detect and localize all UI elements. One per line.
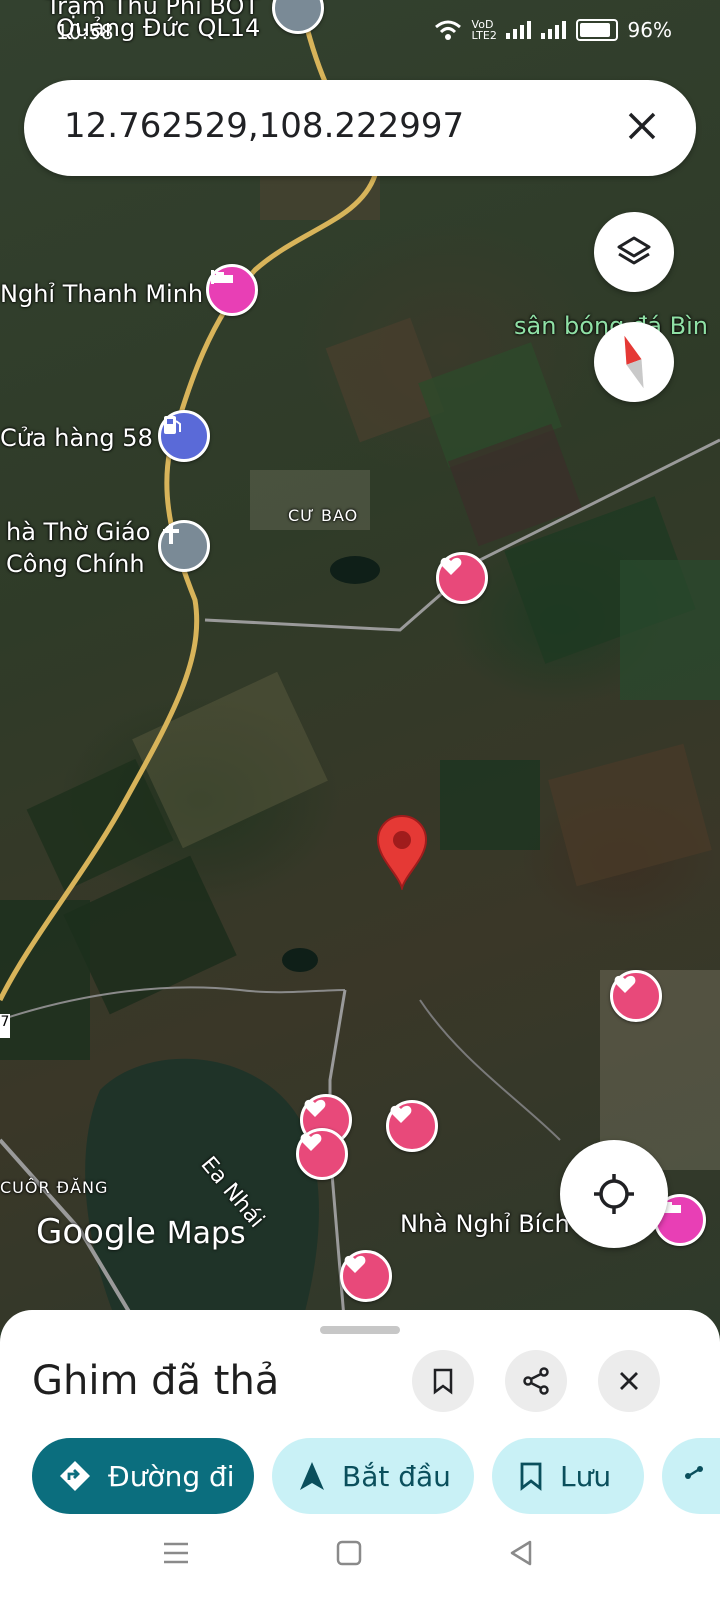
close-icon[interactable] xyxy=(622,106,662,146)
layers-icon xyxy=(617,236,651,265)
google-wordmark: Google xyxy=(36,1212,156,1252)
search-input[interactable]: 12.762529,108.222997 xyxy=(64,106,464,146)
share-icon xyxy=(523,1367,549,1395)
sheet-drag-handle[interactable] xyxy=(320,1326,400,1334)
heart-icon xyxy=(390,1105,412,1123)
save-place-button[interactable] xyxy=(412,1350,474,1412)
map-label-hotel-bich[interactable]: Nhà Nghỉ Bích xyxy=(400,1210,570,1238)
close-sheet-button[interactable] xyxy=(598,1350,660,1412)
compass-button[interactable] xyxy=(594,322,674,402)
navigation-arrow-icon xyxy=(300,1462,324,1490)
map-label-church-line1[interactable]: hà Thờ Giáo xyxy=(6,518,150,546)
share-icon xyxy=(685,1466,703,1479)
dropped-pin-marker[interactable] xyxy=(376,814,428,890)
back-icon[interactable] xyxy=(508,1540,534,1566)
church-pin[interactable] xyxy=(158,520,210,572)
system-navigation-bar xyxy=(0,1500,720,1612)
saved-place-pin[interactable] xyxy=(436,552,488,604)
network-type-label: VoD LTE2 xyxy=(471,18,497,42)
map-label-church-line2[interactable]: Công Chính xyxy=(6,550,145,578)
saved-place-pin[interactable] xyxy=(610,970,662,1022)
signal-icon xyxy=(505,21,531,39)
status-time: 10:58 xyxy=(56,20,114,44)
road-marker: 7 xyxy=(0,1014,10,1038)
compass-icon xyxy=(624,335,644,389)
bookmark-icon xyxy=(433,1368,453,1395)
heart-icon xyxy=(614,975,636,993)
heart-icon xyxy=(344,1255,366,1273)
map-label-commune: CUÔR ĐĂNG xyxy=(0,1178,109,1197)
saved-place-pin[interactable] xyxy=(386,1100,438,1152)
fuel-pump-icon xyxy=(164,416,181,434)
crosshair-icon xyxy=(594,1174,634,1214)
battery-percent: 96% xyxy=(627,18,672,42)
directions-label: Đường đi xyxy=(108,1459,235,1493)
maps-wordmark: Maps xyxy=(166,1216,246,1251)
hotel-pin-thanh-minh[interactable] xyxy=(206,264,258,316)
save-label: Lưu xyxy=(560,1459,612,1493)
heart-icon xyxy=(304,1099,326,1117)
share-button[interactable] xyxy=(505,1350,567,1412)
gas-station-pin[interactable] xyxy=(158,410,210,462)
directions-icon xyxy=(60,1461,90,1491)
close-icon xyxy=(620,1372,638,1390)
saved-place-pin[interactable] xyxy=(340,1250,392,1302)
status-bar: 10:58 VoD LTE2 96% xyxy=(0,0,720,60)
search-bar[interactable]: 12.762529,108.222997 xyxy=(24,80,696,176)
signal-icon-sim2 xyxy=(540,21,566,39)
cross-icon xyxy=(163,524,179,544)
bed-icon xyxy=(211,270,233,284)
start-label: Bắt đầu xyxy=(342,1459,451,1493)
status-icons: VoD LTE2 96% xyxy=(434,18,672,42)
google-maps-attribution: Google Maps xyxy=(36,1212,246,1252)
home-icon[interactable] xyxy=(336,1540,362,1566)
battery-icon xyxy=(575,19,618,41)
map-features xyxy=(0,0,720,1330)
layers-button[interactable] xyxy=(594,212,674,292)
place-title: Ghim đã thả xyxy=(32,1358,280,1404)
my-location-button[interactable] xyxy=(560,1140,668,1248)
map-label-store-58[interactable]: Cửa hàng 58 xyxy=(0,424,153,452)
map-label-hotel-thanh-minh[interactable]: Nghỉ Thanh Minh xyxy=(0,280,203,308)
menu-icon[interactable] xyxy=(162,1540,190,1566)
saved-place-pin[interactable] xyxy=(296,1128,348,1180)
map-label-village-cu-bao: CƯ BAO xyxy=(288,506,359,525)
map-view[interactable]: Trạm Thu Phí BOT Quảng Đức QL14 Nghỉ Tha… xyxy=(0,0,720,1330)
bookmark-icon xyxy=(520,1462,542,1491)
heart-icon xyxy=(440,557,462,575)
heart-icon xyxy=(300,1133,322,1151)
wifi-icon xyxy=(434,20,461,40)
